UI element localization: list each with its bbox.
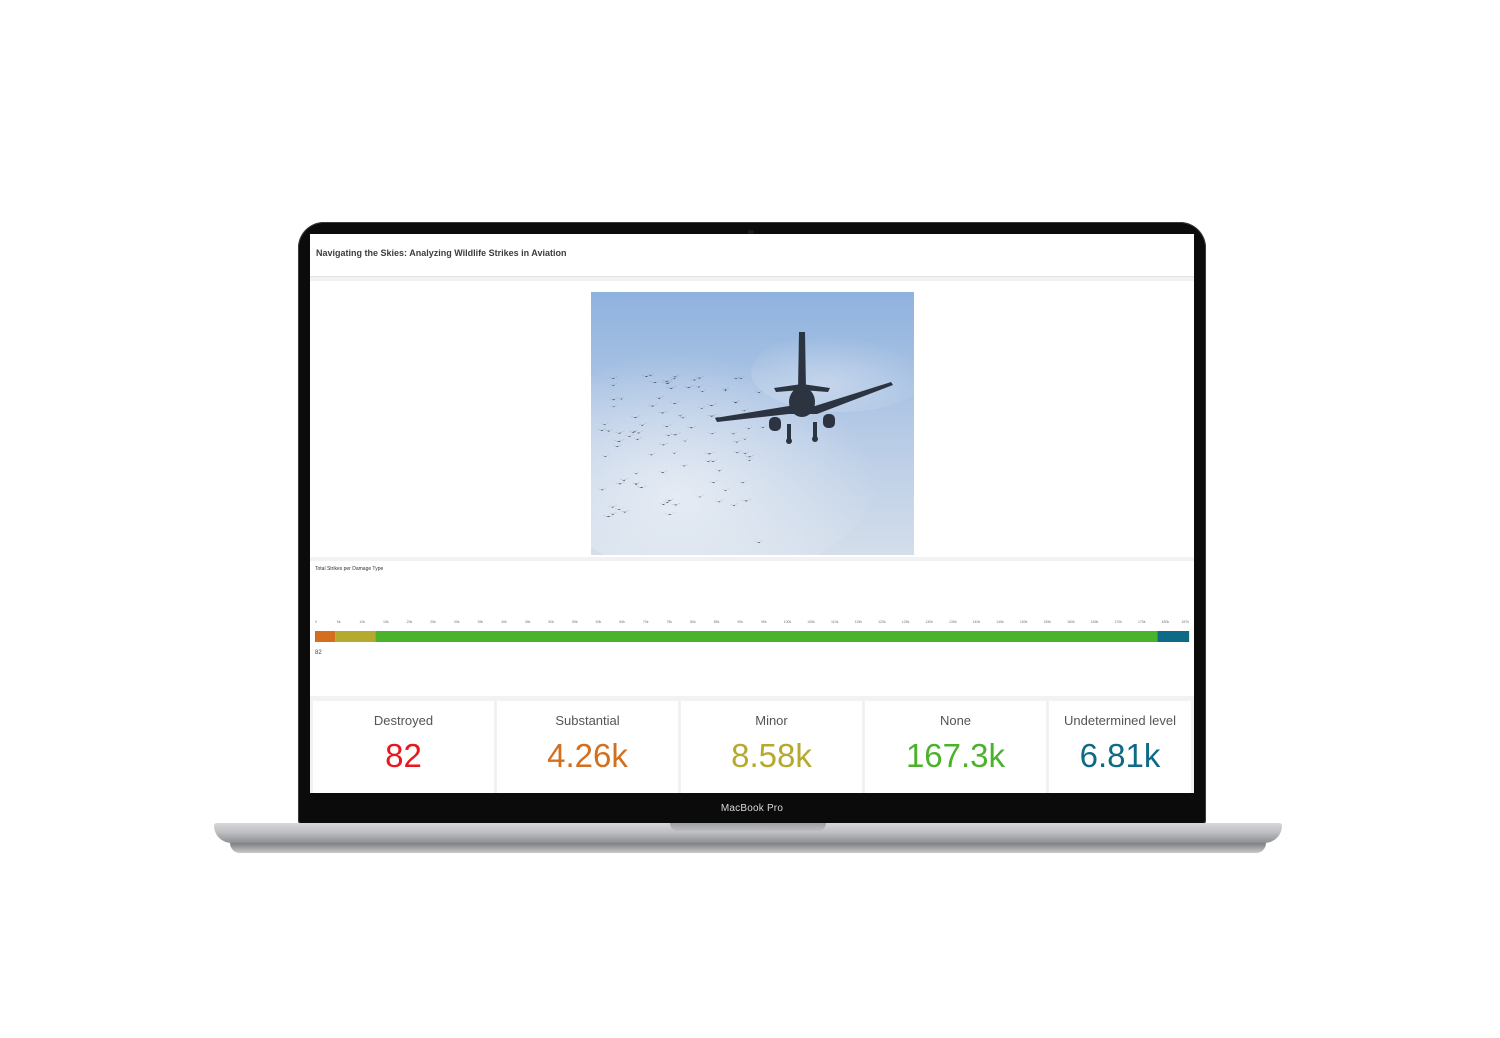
device-label: MacBook Pro <box>720 803 784 814</box>
x-tick-label: 100k <box>784 620 792 624</box>
x-tick-label: 70k <box>643 620 649 624</box>
x-tick-label: 145k <box>996 620 1004 624</box>
x-tick-label: 135k <box>949 620 957 624</box>
x-tick-label: 160k <box>1067 620 1075 624</box>
x-tick-label: 110k <box>831 620 839 624</box>
x-tick-label: 115k <box>855 620 863 624</box>
x-tick-label: 35k <box>478 620 484 624</box>
x-tick-label: 80k <box>690 620 696 624</box>
data-label: 82 <box>315 650 322 656</box>
x-tick-label: 75k <box>666 620 672 624</box>
x-tick-label: 45k <box>525 620 531 624</box>
kpi-card-none: None 167.3k <box>865 701 1046 793</box>
kpi-value: 8.58k <box>731 737 812 774</box>
x-tick-label: 155k <box>1043 620 1051 624</box>
bar-segment-substantial[interactable] <box>315 631 336 642</box>
x-tick-label: 120k <box>878 620 886 624</box>
airplane-bird-photo <box>591 292 914 555</box>
x-tick-label: 105k <box>807 620 815 624</box>
x-tick-label: 85k <box>714 620 720 624</box>
bar-segment-none[interactable] <box>375 631 1158 642</box>
kpi-card-undetermined: Undetermined level 6.81k <box>1049 701 1191 793</box>
x-tick-label: 125k <box>902 620 910 624</box>
laptop-base-foot <box>230 843 1266 853</box>
screen: Navigating the Skies: Analyzing Wildlife… <box>310 234 1194 793</box>
x-tick-label: 187k <box>1181 620 1189 624</box>
x-tick-label: 0 <box>315 620 317 624</box>
bar-segment-minor[interactable] <box>335 631 376 642</box>
x-tick-label: 55k <box>572 620 578 624</box>
kpi-card-substantial: Substantial 4.26k <box>497 701 678 793</box>
x-tick-label: 95k <box>761 620 767 624</box>
damage-type-stacked-bar-chart: 0 5k 10k 15k 20k 25k 30k 35k 40k 45k 50k 55k 60k 65k 7… <box>315 620 1190 656</box>
bar-segment-undetermined-level[interactable] <box>1157 631 1190 642</box>
x-tick-label: 170k <box>1114 620 1122 624</box>
laptop-opening-notch <box>670 823 826 831</box>
kpi-value: 4.26k <box>547 737 628 774</box>
kpi-label: None <box>939 713 972 728</box>
kpi-value: 167.3k <box>905 737 1006 774</box>
x-tick-label: 65k <box>619 620 625 624</box>
kpi-card-minor: Minor 8.58k <box>681 701 862 793</box>
x-tick-label: 20k <box>407 620 413 624</box>
kpi-card-destroyed: Destroyed 82 <box>313 701 494 793</box>
chart-title: Total Strikes per Damage Type <box>315 566 384 572</box>
x-tick-label: 175k <box>1138 620 1146 624</box>
hero-image <box>591 292 914 555</box>
kpi-label: Destroyed <box>373 713 434 728</box>
x-tick-label: 25k <box>430 620 436 624</box>
x-tick-label: 150k <box>1020 620 1028 624</box>
x-tick-label: 165k <box>1091 620 1099 624</box>
damage-type-chart-panel: 0 5k 10k 15k 20k 25k 30k 35k 40k 45k 50k 55k 60k 65k 7… <box>310 561 1194 696</box>
kpi-label: Substantial <box>555 713 620 728</box>
x-tick-label: 130k <box>925 620 933 624</box>
x-tick-label: 15k <box>383 620 389 624</box>
dashboard-header: Navigating the Skies: Analyzing Wildlife… <box>310 234 1194 277</box>
kpi-value: 82 <box>385 737 422 774</box>
kpi-value: 6.81k <box>1079 737 1161 774</box>
x-tick-label: 90k <box>737 620 743 624</box>
page-title: Navigating the Skies: Analyzing Wildlife… <box>316 248 567 258</box>
hero-image-panel <box>310 281 1194 557</box>
x-tick-label: 140k <box>973 620 981 624</box>
x-tick-label: 50k <box>548 620 554 624</box>
x-tick-label: 60k <box>596 620 602 624</box>
x-tick-label: 10k <box>359 620 365 624</box>
x-tick-label: 30k <box>454 620 460 624</box>
kpi-label: Minor <box>755 713 788 728</box>
kpi-label: Undetermined level <box>1063 713 1176 728</box>
x-tick-label: 40k <box>501 620 507 624</box>
x-tick-label: 5k <box>337 620 341 624</box>
x-tick-label: 180k <box>1162 620 1170 624</box>
kpi-row: Destroyed 82 Substantial 4.26k Minor 8.5… <box>310 701 1194 793</box>
